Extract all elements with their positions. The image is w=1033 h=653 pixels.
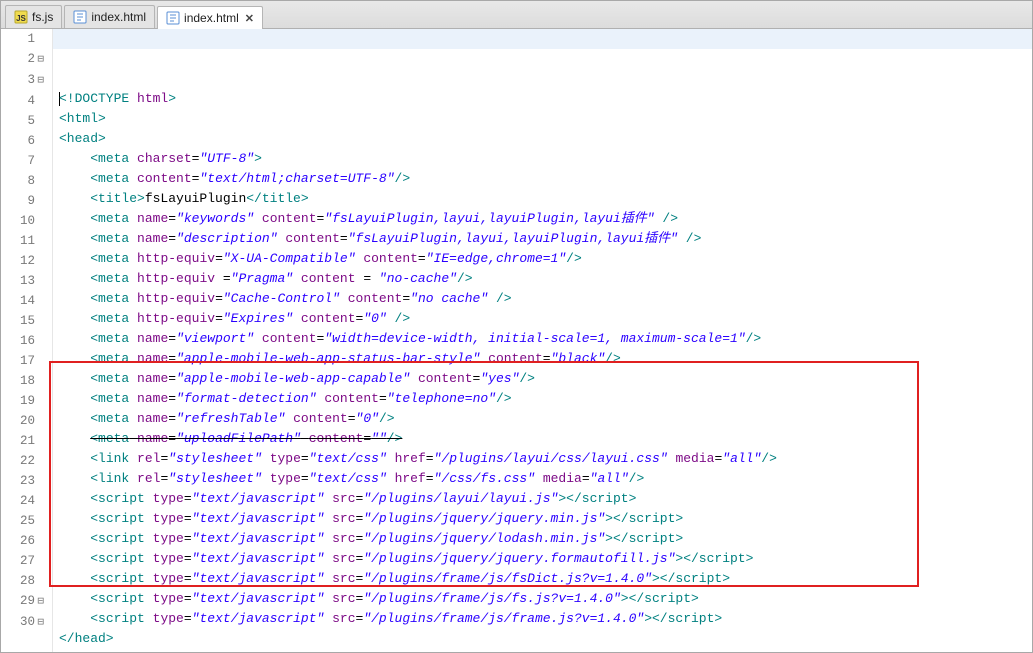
line-number: 19 bbox=[5, 391, 44, 411]
code-line[interactable]: <html> bbox=[59, 109, 1026, 129]
code-line[interactable]: <meta http-equiv="Cache-Control" content… bbox=[59, 289, 1026, 309]
code-line[interactable]: </head> bbox=[59, 629, 1026, 649]
line-number: 2⊟ bbox=[5, 49, 44, 70]
line-number: 24 bbox=[5, 491, 44, 511]
line-number: 7 bbox=[5, 151, 44, 171]
line-number: 3⊟ bbox=[5, 70, 44, 91]
code-line[interactable]: <script type="text/javascript" src="/plu… bbox=[59, 509, 1026, 529]
line-number: 22 bbox=[5, 451, 44, 471]
code-line[interactable]: <head> bbox=[59, 129, 1026, 149]
code-line[interactable]: <meta name="keywords" content="fsLayuiPl… bbox=[59, 209, 1026, 229]
line-number-gutter: 1 2⊟3⊟4 5 6 7 8 9 10 11 12 13 14 15 16 1… bbox=[1, 29, 53, 652]
tab-label: index.html bbox=[91, 10, 146, 24]
svg-text:JS: JS bbox=[16, 14, 26, 23]
line-number: 18 bbox=[5, 371, 44, 391]
editor-tab[interactable]: index.html bbox=[64, 5, 155, 28]
line-number: 9 bbox=[5, 191, 44, 211]
line-number: 26 bbox=[5, 531, 44, 551]
tab-label: fs.js bbox=[32, 10, 53, 24]
html-file-icon bbox=[73, 10, 87, 24]
code-line[interactable]: <meta charset="UTF-8"> bbox=[59, 149, 1026, 169]
code-line[interactable]: <link rel="stylesheet" type="text/css" h… bbox=[59, 469, 1026, 489]
code-line[interactable]: <meta name="description" content="fsLayu… bbox=[59, 229, 1026, 249]
line-number: 10 bbox=[5, 211, 44, 231]
line-number: 1 bbox=[5, 29, 44, 49]
code-line[interactable]: <script type="text/javascript" src="/plu… bbox=[59, 549, 1026, 569]
code-line[interactable]: <meta name="refreshTable" content="0"/> bbox=[59, 409, 1026, 429]
code-line[interactable]: <!DOCTYPE html> bbox=[59, 89, 1026, 109]
code-line[interactable]: <meta name="format-detection" content="t… bbox=[59, 389, 1026, 409]
line-number: 12 bbox=[5, 251, 44, 271]
code-line[interactable]: <meta http-equiv="Expires" content="0" /… bbox=[59, 309, 1026, 329]
line-number: 8 bbox=[5, 171, 44, 191]
tab-label: index.html bbox=[184, 11, 239, 25]
code-line[interactable]: <body class="layui-layout-body"> bbox=[59, 649, 1026, 652]
line-number: 17 bbox=[5, 351, 44, 371]
js-file-icon: JS bbox=[14, 10, 28, 24]
code-editor[interactable]: 1 2⊟3⊟4 5 6 7 8 9 10 11 12 13 14 15 16 1… bbox=[1, 29, 1032, 652]
line-number: 23 bbox=[5, 471, 44, 491]
line-number: 15 bbox=[5, 311, 44, 331]
line-number: 6 bbox=[5, 131, 44, 151]
code-line[interactable]: <title>fsLayuiPlugin</title> bbox=[59, 189, 1026, 209]
code-line[interactable]: <meta http-equiv="X-UA-Compatible" conte… bbox=[59, 249, 1026, 269]
line-number: 16 bbox=[5, 331, 44, 351]
code-line[interactable]: <meta name="apple-mobile-web-app-capable… bbox=[59, 369, 1026, 389]
line-number: 27 bbox=[5, 551, 44, 571]
line-number: 29⊟ bbox=[5, 591, 44, 612]
tab-bar: JS fs.js index.html index.html ✕ bbox=[1, 1, 1032, 29]
line-number: 28 bbox=[5, 571, 44, 591]
line-number: 25 bbox=[5, 511, 44, 531]
code-area[interactable]: <!DOCTYPE html><html><head> <meta charse… bbox=[53, 29, 1032, 652]
code-line[interactable]: <meta content="text/html;charset=UTF-8"/… bbox=[59, 169, 1026, 189]
line-number: 11 bbox=[5, 231, 44, 251]
code-line[interactable]: <script type="text/javascript" src="/plu… bbox=[59, 529, 1026, 549]
current-line-highlight bbox=[53, 29, 1032, 49]
code-line[interactable]: <script type="text/javascript" src="/plu… bbox=[59, 489, 1026, 509]
line-number: 13 bbox=[5, 271, 44, 291]
code-line[interactable]: <meta http-equiv ="Pragma" content = "no… bbox=[59, 269, 1026, 289]
line-number: 5 bbox=[5, 111, 44, 131]
editor-window: JS fs.js index.html index.html ✕ 1 2⊟3⊟4 5 6… bbox=[0, 0, 1033, 653]
line-number: 20 bbox=[5, 411, 44, 431]
code-line[interactable]: <script type="text/javascript" src="/plu… bbox=[59, 569, 1026, 589]
code-line[interactable]: <meta name="apple-mobile-web-app-status-… bbox=[59, 349, 1026, 369]
code-line[interactable]: <meta name="viewport" content="width=dev… bbox=[59, 329, 1026, 349]
line-number: 21 bbox=[5, 431, 44, 451]
code-line[interactable]: <meta name="uploadFilePath" content=""/> bbox=[59, 429, 1026, 449]
line-number: 30⊟ bbox=[5, 612, 44, 633]
line-number: 4 bbox=[5, 91, 44, 111]
code-line[interactable]: <link rel="stylesheet" type="text/css" h… bbox=[59, 449, 1026, 469]
editor-tab[interactable]: index.html ✕ bbox=[157, 6, 263, 29]
line-number: 14 bbox=[5, 291, 44, 311]
editor-tab[interactable]: JS fs.js bbox=[5, 5, 62, 28]
close-icon[interactable]: ✕ bbox=[245, 12, 254, 25]
code-line[interactable]: <script type="text/javascript" src="/plu… bbox=[59, 589, 1026, 609]
html-file-icon bbox=[166, 11, 180, 25]
code-line[interactable]: <script type="text/javascript" src="/plu… bbox=[59, 609, 1026, 629]
